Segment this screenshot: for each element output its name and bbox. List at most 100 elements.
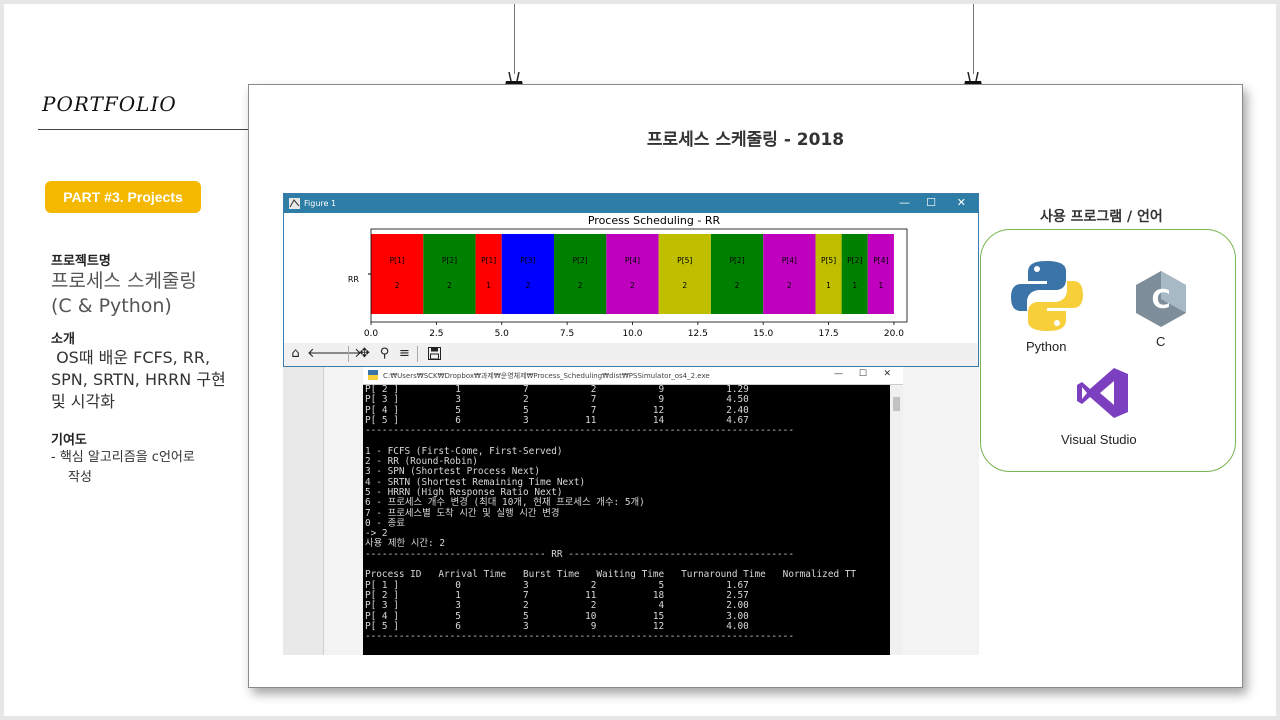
scrollbar-thumb[interactable] [893, 397, 900, 411]
brand-title: PORTFOLIO [42, 92, 177, 116]
gantt-bar [658, 234, 711, 314]
figure-canvas: Process Scheduling - RR RR P[1] 2 P[2] 2 P[1… [284, 213, 978, 343]
gantt-bar-label: P[3] [520, 256, 535, 265]
x-tick-label: 15.0 [753, 329, 773, 339]
x-tick-label: 7.5 [560, 329, 574, 339]
x-tick-label: 20.0 [884, 329, 904, 339]
toolbar-separator [348, 346, 349, 362]
gantt-bar-label: P[2] [729, 256, 744, 265]
gantt-bar [371, 234, 424, 314]
gantt-bar [475, 234, 502, 314]
gantt-bar-duration: 2 [395, 281, 400, 290]
screenshot-side-strip [283, 365, 324, 655]
project-name-line1: 프로세스 스케줄링 [51, 270, 197, 292]
intro-line1: OS때 배운 FCFS, RR, [51, 348, 211, 367]
gantt-bar [841, 234, 868, 314]
gantt-bar-duration: 2 [525, 281, 530, 290]
console-title: C:₩Users₩SCK₩Dropbox₩과제₩운영체제₩Process_Sch… [383, 372, 710, 380]
gantt-bar-duration: 2 [735, 281, 740, 290]
x-tick-label: 5.0 [495, 329, 510, 339]
gantt-bar-label: P[2] [442, 256, 457, 265]
gantt-bar-duration: 2 [630, 281, 635, 290]
gantt-bar-label: P[4] [625, 256, 640, 265]
gantt-bar-duration: 1 [852, 281, 857, 290]
c-language-logo-icon: C [1136, 271, 1186, 327]
console-scrollbar[interactable] [890, 385, 903, 655]
part-badge: PART #3. Projects [45, 181, 201, 213]
tools-title: 사용 프로그램 / 언어 [1040, 209, 1163, 225]
pan-icon[interactable]: ✥ [356, 345, 373, 362]
c-logo-letter: C [1151, 285, 1170, 315]
x-tick-label: 17.5 [819, 329, 839, 339]
gantt-bar [554, 234, 607, 314]
gantt-chart: Process Scheduling - RR RR P[1] 2 P[2] 2 P[1… [348, 214, 908, 339]
intro-line3: 및 시각화 [51, 392, 115, 411]
toolbar-separator [417, 346, 418, 362]
x-tick-label: 12.5 [688, 329, 708, 339]
figure-app-icon [289, 198, 300, 209]
figure-toolbar: ⌂ 🡐 🡒 ✥ ⚲ ≡ [284, 343, 978, 365]
gantt-bar [710, 234, 764, 314]
contribution-line1: - 핵심 알고리즘을 c언어로 [51, 450, 195, 465]
gantt-bar-label: P[2] [573, 256, 588, 265]
console-text: P[ 2 ] 1 7 2 9 1.29 P[ 3 ] 3 2 7 9 4.50 … [365, 384, 857, 643]
maximize-button[interactable]: ☐ [926, 196, 936, 209]
gantt-bar-duration: 2 [578, 281, 583, 290]
python-label: Python [1026, 339, 1067, 354]
gantt-bar-label: P[2] [847, 256, 862, 265]
x-tick-label: 2.5 [429, 329, 443, 339]
zoom-icon[interactable]: ⚲ [376, 345, 393, 362]
contribution-heading: 기여도 [51, 433, 87, 448]
contribution-section: 기여도 - 핵심 알고리즘을 c언어로 작성 [51, 429, 195, 488]
gantt-bar [867, 234, 894, 314]
gantt-bar-label: P[5] [677, 256, 692, 265]
hanging-wire [973, 4, 974, 74]
gantt-bar-duration: 2 [787, 281, 792, 290]
intro-heading: 소개 [51, 332, 75, 347]
figure-window: Figure 1 — ☐ ✕ Process Scheduling - RR R… [283, 193, 979, 367]
gantt-bar [501, 234, 555, 314]
gantt-bar-label: P[5] [821, 256, 836, 265]
gantt-bar [763, 234, 816, 314]
gantt-bar-duration: 2 [682, 281, 687, 290]
minimize-button[interactable]: — [834, 369, 843, 379]
console-titlebar[interactable]: C:₩Users₩SCK₩Dropbox₩과제₩운영체제₩Process_Sch… [363, 366, 903, 385]
back-arrow-icon[interactable]: 🡐 [307, 345, 342, 362]
close-button[interactable]: ✕ [883, 369, 891, 379]
forward-arrow-icon[interactable]: 🡒 [327, 345, 362, 362]
figure-titlebar[interactable]: Figure 1 — ☐ ✕ [284, 194, 978, 213]
gantt-bar [423, 234, 476, 314]
console-window: C:₩Users₩SCK₩Dropbox₩과제₩운영체제₩Process_Sch… [363, 366, 903, 655]
home-icon[interactable]: ⌂ [287, 345, 304, 362]
visual-studio-logo-icon [1077, 368, 1128, 418]
configure-subplots-icon[interactable]: ≡ [396, 345, 413, 362]
python-app-icon [368, 370, 378, 380]
python-logo-icon [1011, 261, 1083, 331]
gantt-bar-duration: 2 [447, 281, 452, 290]
x-tick-label: 10.0 [622, 329, 642, 339]
hanging-wire [514, 4, 515, 74]
minimize-button[interactable]: — [899, 196, 910, 209]
intro-line2: SPN, SRTN, HRRN 구현 [51, 370, 226, 389]
gantt-bar-label: P[4] [782, 256, 797, 265]
c-label: C [1156, 334, 1166, 349]
project-name-line2: (C & Python) [51, 295, 172, 317]
figure-title: Figure 1 [304, 199, 337, 208]
intro-section: 소개 OS때 배운 FCFS, RR, SPN, SRTN, HRRN 구현 및… [51, 328, 226, 413]
project-name-heading: 프로젝트명 [51, 254, 111, 269]
chart-title: Process Scheduling - RR [588, 214, 721, 227]
gantt-bar-label: P[4] [873, 256, 888, 265]
gantt-bar-duration: 1 [486, 281, 491, 290]
gantt-bar-label: P[1] [390, 256, 405, 265]
contribution-line2: 작성 [68, 470, 92, 485]
gantt-bar-duration: 1 [878, 281, 883, 290]
divider [38, 129, 252, 130]
slide-title: 프로세스 스케줄링 - 2018 [646, 130, 845, 150]
save-icon[interactable] [426, 345, 443, 362]
gantt-bar-label: P[1] [481, 256, 496, 265]
console-output: P[ 2 ] 1 7 2 9 1.29 P[ 3 ] 3 2 7 9 4.50 … [365, 384, 887, 655]
close-button[interactable]: ✕ [957, 196, 966, 209]
project-name-section: 프로젝트명 프로세스 스케줄링 (C & Python) [51, 250, 197, 319]
maximize-button[interactable]: ☐ [859, 369, 867, 379]
visual-studio-label: Visual Studio [1061, 432, 1137, 447]
